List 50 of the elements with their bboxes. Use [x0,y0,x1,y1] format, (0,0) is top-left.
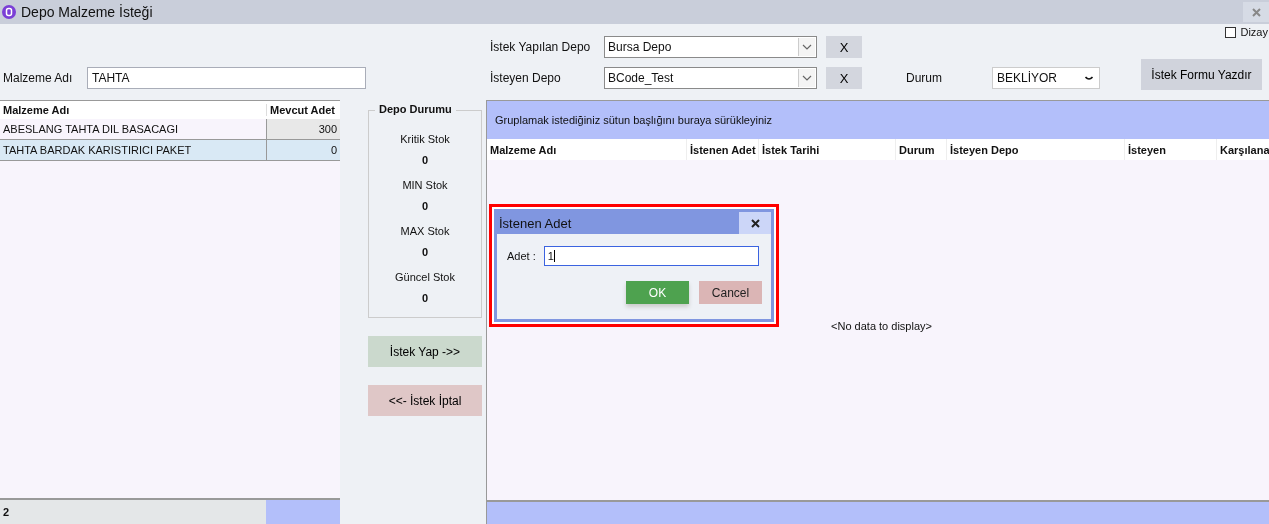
stock-value: 0 [421,246,429,258]
close-icon[interactable] [750,218,760,228]
column-header[interactable]: Malzeme Adı [487,139,686,160]
table-cell: 0 [266,140,340,160]
depot-dropdown[interactable]: BCode_Test [604,67,817,89]
status-dropdown[interactable]: BEKLİYOR [992,67,1100,89]
stock-label: Kritik Stok [400,133,450,145]
app-logo-icon [2,5,16,19]
column-header[interactable]: İsteyen Depo [946,139,1124,160]
clear-button[interactable]: X [826,36,862,58]
stock-value: 0 [421,200,429,212]
print-form-button[interactable]: İstek Formu Yazdır [1141,59,1262,90]
clear-button[interactable]: X [826,67,862,89]
dropdown-caret-icon[interactable] [1085,75,1093,81]
column-header[interactable]: Malzeme Adı [0,104,266,116]
column-header[interactable]: Durum [895,139,946,160]
column-header[interactable]: İsteyen [1124,139,1216,160]
stock-label: Güncel Stok [395,271,455,283]
stock-label: MAX Stok [400,225,450,237]
field-label: İsteyen Depo [490,71,562,85]
search-field[interactable]: TAHTA [87,67,366,89]
panel-title: Depo Durumu [375,103,456,115]
stock-value: 0 [421,292,429,304]
cancel-request-button[interactable]: <<- İstek İptal [368,385,482,416]
field-label: Durum [906,71,943,85]
stock-value: 0 [421,154,429,166]
checkbox-label: Dizay [1240,26,1268,38]
quantity-field[interactable]: 1 [543,246,759,266]
group-hint: Gruplamak istediğiniz sütun başlığını buraya sürükleyiniz [495,114,772,126]
column-header[interactable]: Mevcut Adet [266,104,340,116]
table-cell-text: TAHTA BARDAK KARISTIRICI PAKET [2,143,193,158]
column-header[interactable]: İstenen Adet [686,139,758,160]
column-header[interactable]: İstek Tarihi [758,139,895,160]
stock-label: MIN Stok [402,179,448,191]
dialog-title: İstenen Adet [498,215,572,231]
field-label: İstek Yapılan Depo [490,40,592,54]
table-cell-text: ABESLANG TAHTA DIL BASACAGI [2,122,180,137]
design-checkbox[interactable] [1225,26,1237,38]
empty-message: <No data to display> [831,320,932,332]
row-count: 2 [0,500,266,524]
close-button[interactable] [739,212,771,234]
column-header[interactable]: Karşılana [1216,139,1269,160]
depot-dropdown[interactable]: Bursa Depo [604,36,817,58]
material-row[interactable]: TAHTA BARDAK KARISTIRICI PAKET 0 [0,140,340,161]
field-label: Malzeme Adı [2,71,74,85]
field-label: Adet : [507,250,536,262]
request-button[interactable]: İstek Yap ->> [368,336,482,367]
table-cell: 300 [266,119,340,139]
window-title: Depo Malzeme İsteği [21,4,153,20]
cancel-button[interactable]: Cancel [699,281,762,304]
